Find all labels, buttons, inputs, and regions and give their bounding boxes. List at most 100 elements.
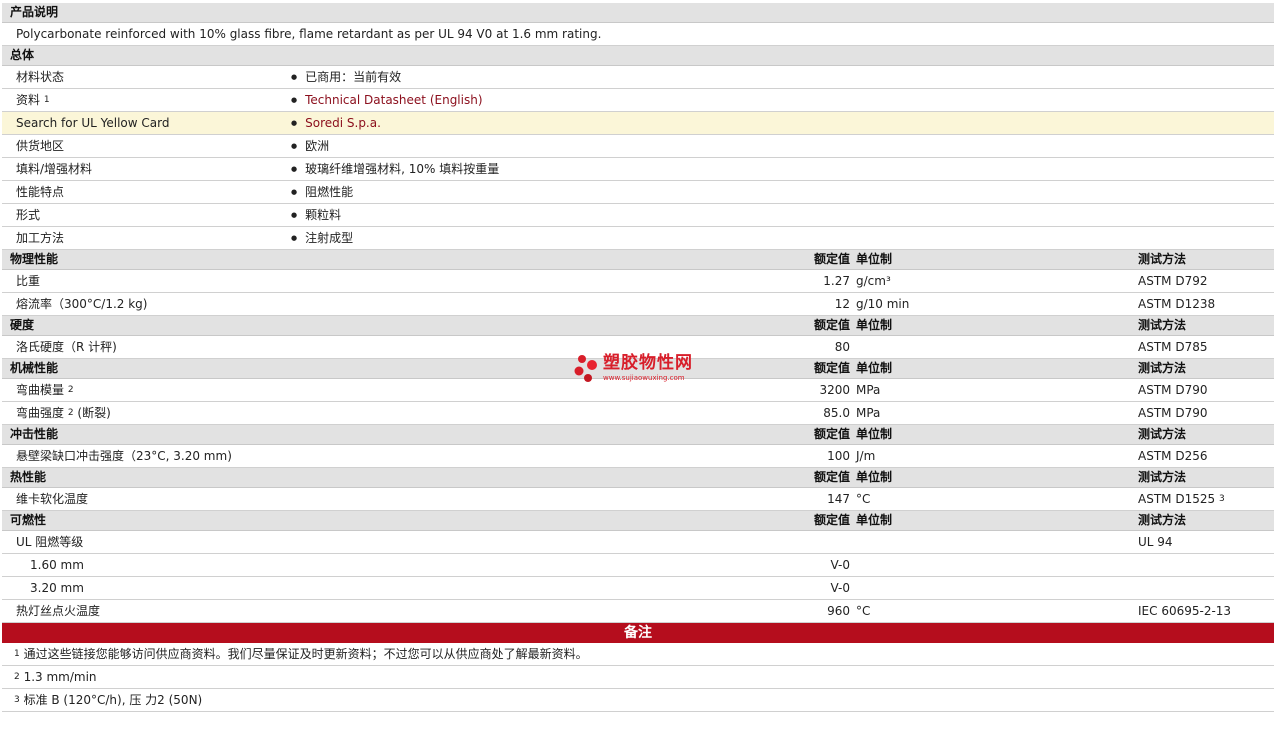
- col-header-value: 额定值: [813, 252, 850, 266]
- row-label: 填料/增强材料: [16, 162, 93, 176]
- property-value: 85.0: [823, 406, 850, 420]
- row-value: 阻燃性能: [291, 181, 353, 205]
- property-label: 熔流率（300°C/1.2 kg): [16, 297, 148, 311]
- col-header-value: 额定值: [813, 361, 850, 375]
- col-header-value: 额定值: [813, 513, 850, 527]
- notes-header: 备注: [2, 623, 1274, 643]
- col-header-unit: 单位制: [856, 427, 893, 441]
- col-header-unit: 单位制: [856, 252, 893, 266]
- property-row: UL 阻燃等级 UL 94: [2, 531, 1274, 554]
- col-header-method: 测试方法: [1138, 427, 1187, 441]
- general-row-form: 形式 颗粒料: [2, 204, 1274, 227]
- row-label: 供货地区: [16, 139, 65, 153]
- property-method: ASTM D1238: [1138, 297, 1216, 311]
- property-method: UL 94: [1138, 535, 1173, 549]
- col-header-method: 测试方法: [1138, 470, 1187, 484]
- row-label: Search for UL Yellow Card: [16, 116, 170, 130]
- row-label: 资料 1: [16, 93, 50, 107]
- property-value: V-0: [830, 581, 850, 595]
- property-row: 悬壁梁缺口冲击强度（23°C, 3.20 mm) 100 J/m ASTM D2…: [2, 445, 1274, 468]
- product-description: Polycarbonate reinforced with 10% glass …: [16, 27, 602, 41]
- datasheet-link[interactable]: Technical Datasheet (English): [291, 89, 482, 113]
- general-row-processing: 加工方法 注射成型: [2, 227, 1274, 250]
- col-header-unit: 单位制: [856, 470, 893, 484]
- note-item: 2 1.3 mm/min: [2, 666, 1274, 689]
- section-header-general: 总体: [2, 46, 1274, 66]
- note-text: 通过这些链接您能够访问供应商资料。我们尽量保证及时更新资料；不过您可以从供应商处…: [23, 647, 588, 661]
- property-label: 比重: [16, 274, 41, 288]
- general-row-features: 性能特点 阻燃性能: [2, 181, 1274, 204]
- property-label: 热灯丝点火温度: [16, 604, 101, 618]
- note-text: 标准 B (120°C/h), 压 力2 (50N): [23, 693, 203, 707]
- col-header-unit: 单位制: [856, 318, 893, 332]
- property-row: 熔流率（300°C/1.2 kg) 12 g/10 min ASTM D1238: [2, 293, 1274, 316]
- property-label: UL 阻燃等级: [16, 535, 84, 549]
- property-row: 弯曲强度 2 (断裂) 85.0 MPa ASTM D790: [2, 402, 1274, 425]
- section-title: 冲击性能: [10, 427, 59, 441]
- note-number: 2: [14, 672, 20, 682]
- footnote-ref: 2: [67, 385, 74, 395]
- molecule-icon: [574, 355, 597, 382]
- footnote-ref: 1: [43, 95, 50, 105]
- property-label: 3.20 mm: [30, 581, 84, 595]
- property-unit: g/cm³: [856, 274, 891, 288]
- section-title: 可燃性: [10, 513, 47, 527]
- property-row: 1.60 mm V-0: [2, 554, 1274, 577]
- section-title: 总体: [10, 48, 35, 62]
- row-label: 形式: [16, 208, 41, 222]
- property-value: V-0: [830, 558, 850, 572]
- property-unit: °C: [856, 604, 871, 618]
- property-value: 147: [827, 492, 850, 506]
- col-header-unit: 单位制: [856, 361, 893, 375]
- general-row-status: 材料状态 已商用：当前有效: [2, 66, 1274, 89]
- note-number: 1: [14, 649, 20, 659]
- property-label: 悬壁梁缺口冲击强度（23°C, 3.20 mm): [16, 449, 232, 463]
- property-label: 弯曲模量 2: [16, 383, 74, 397]
- property-unit: MPa: [856, 406, 881, 420]
- row-label: 材料状态: [16, 70, 65, 84]
- row-label: 性能特点: [16, 185, 65, 199]
- property-method: ASTM D1525 3: [1138, 492, 1225, 506]
- col-header-method: 测试方法: [1138, 513, 1187, 527]
- note-item: 1 通过这些链接您能够访问供应商资料。我们尽量保证及时更新资料；不过您可以从供应…: [2, 643, 1274, 666]
- section-header-thermal: 热性能 额定值 单位制 测试方法: [2, 468, 1274, 488]
- col-header-method: 测试方法: [1138, 318, 1187, 332]
- section-header-product: 产品说明: [2, 3, 1274, 23]
- section-title: 机械性能: [10, 361, 59, 375]
- property-row: 热灯丝点火温度 960 °C IEC 60695-2-13: [2, 600, 1274, 623]
- supplier-link[interactable]: Soredi S.p.a.: [291, 112, 381, 136]
- row-value: 玻璃纤维增强材料, 10% 填料按重量: [291, 158, 499, 182]
- property-row: 3.20 mm V-0: [2, 577, 1274, 600]
- col-header-method: 测试方法: [1138, 252, 1187, 266]
- row-label: 加工方法: [16, 231, 65, 245]
- section-header-flammability: 可燃性 额定值 单位制 测试方法: [2, 511, 1274, 531]
- section-title: 热性能: [10, 470, 47, 484]
- property-label: 弯曲强度 2 (断裂): [16, 406, 111, 420]
- general-row-ul-card: Search for UL Yellow Card Soredi S.p.a.: [2, 112, 1274, 135]
- property-row: 比重 1.27 g/cm³ ASTM D792: [2, 270, 1274, 293]
- property-label: 洛氏硬度（R 计秤): [16, 340, 117, 354]
- section-header-impact: 冲击性能 额定值 单位制 测试方法: [2, 425, 1274, 445]
- property-value: 3200: [819, 383, 850, 397]
- general-row-datasheet: 资料 1 Technical Datasheet (English): [2, 89, 1274, 112]
- row-value: 欧洲: [291, 135, 329, 159]
- footnote-ref: 3: [1218, 494, 1225, 504]
- row-value: 已商用：当前有效: [291, 66, 401, 90]
- property-value: 100: [827, 449, 850, 463]
- row-value: 颗粒料: [291, 204, 341, 228]
- property-method: ASTM D790: [1138, 383, 1208, 397]
- note-item: 3 标准 B (120°C/h), 压 力2 (50N): [2, 689, 1274, 712]
- property-row: 维卡软化温度 147 °C ASTM D1525 3: [2, 488, 1274, 511]
- col-header-value: 额定值: [813, 427, 850, 441]
- property-method: IEC 60695-2-13: [1138, 604, 1232, 618]
- property-method: ASTM D792: [1138, 274, 1208, 288]
- note-text: 1.3 mm/min: [23, 670, 97, 684]
- col-header-method: 测试方法: [1138, 361, 1187, 375]
- property-label: 1.60 mm: [30, 558, 84, 572]
- property-value: 80: [834, 340, 850, 354]
- section-header-hardness: 硬度 额定值 单位制 测试方法: [2, 316, 1274, 336]
- footnote-ref: 2: [67, 408, 74, 418]
- watermark-url: www.sujiaowuxing.com: [603, 374, 685, 382]
- row-value: 注射成型: [291, 227, 353, 251]
- general-row-region: 供货地区 欧洲: [2, 135, 1274, 158]
